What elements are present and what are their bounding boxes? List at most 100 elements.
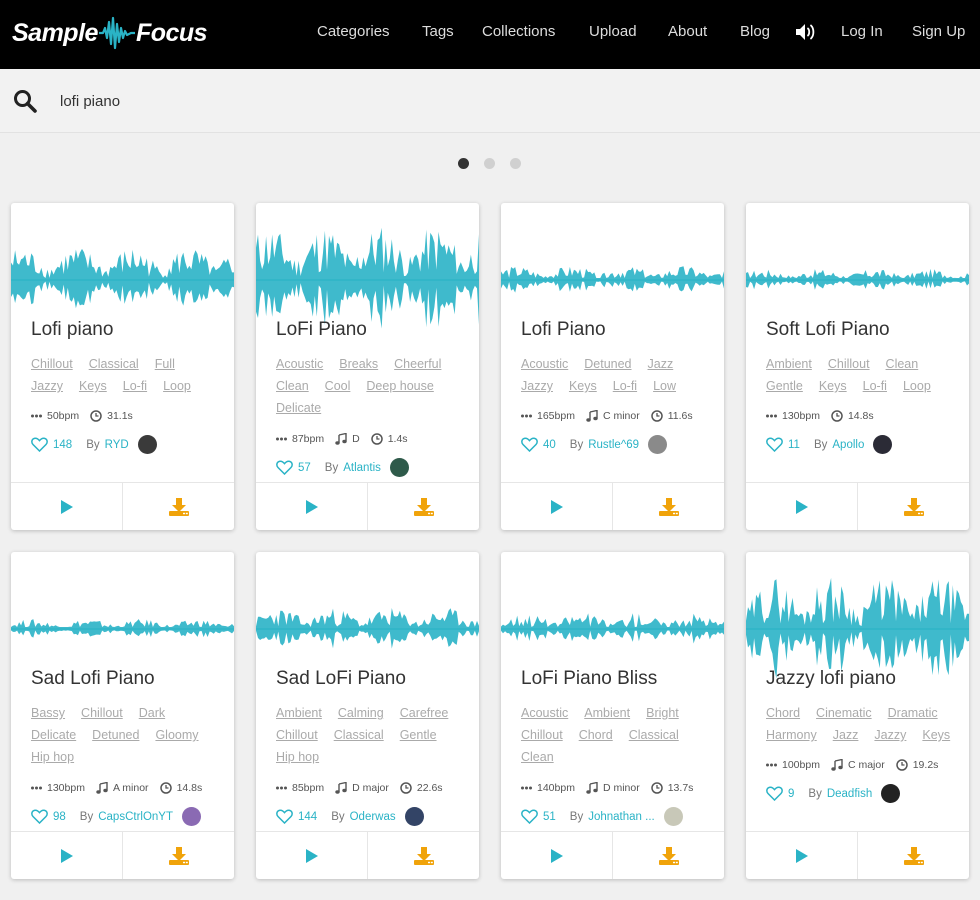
tag-link[interactable]: Ambient: [584, 704, 630, 722]
tag-link[interactable]: Hip hop: [276, 748, 319, 766]
download-button[interactable]: [367, 832, 479, 879]
tag-link[interactable]: Clean: [521, 748, 554, 766]
tag-link[interactable]: Delicate: [31, 726, 76, 744]
play-button[interactable]: [746, 483, 857, 530]
tag-link[interactable]: Keys: [819, 377, 847, 395]
play-button[interactable]: [256, 483, 367, 530]
tag-link[interactable]: Ambient: [276, 704, 322, 722]
nav-upload[interactable]: Upload: [589, 23, 637, 40]
tag-link[interactable]: Clean: [886, 355, 919, 373]
sample-title[interactable]: Sad Lofi Piano: [31, 668, 155, 690]
tag-link[interactable]: Classical: [629, 726, 679, 744]
tag-link[interactable]: Chillout: [276, 726, 318, 744]
download-button[interactable]: [857, 832, 969, 879]
tag-link[interactable]: Lo-fi: [863, 377, 887, 395]
carousel-dot-3[interactable]: [510, 158, 521, 169]
tag-link[interactable]: Gentle: [766, 377, 803, 395]
play-button[interactable]: [501, 832, 612, 879]
tag-link[interactable]: Keys: [922, 726, 950, 744]
play-button[interactable]: [256, 832, 367, 879]
author-avatar[interactable]: [881, 784, 901, 803]
nav-blog[interactable]: Blog: [740, 23, 770, 40]
samplefocus-logo[interactable]: Sample Focus: [12, 15, 208, 51]
tag-link[interactable]: Chillout: [81, 704, 123, 722]
like-button[interactable]: 57: [276, 460, 311, 475]
tag-link[interactable]: Jazzy: [31, 377, 63, 395]
sample-title[interactable]: LoFi Piano Bliss: [521, 668, 657, 690]
sample-title[interactable]: Lofi Piano: [521, 319, 606, 341]
tag-link[interactable]: Breaks: [339, 355, 378, 373]
like-button[interactable]: 11: [766, 437, 800, 452]
tag-link[interactable]: Deep house: [366, 377, 433, 395]
author-link[interactable]: RYD: [105, 439, 129, 451]
tag-link[interactable]: Gentle: [400, 726, 437, 744]
author-link[interactable]: Deadfish: [827, 788, 872, 800]
tag-link[interactable]: Full: [155, 355, 175, 373]
author-avatar[interactable]: [389, 458, 409, 477]
author-avatar[interactable]: [404, 807, 424, 826]
play-button[interactable]: [11, 832, 122, 879]
tag-link[interactable]: Ambient: [766, 355, 812, 373]
like-button[interactable]: 51: [521, 809, 556, 824]
sample-title[interactable]: Jazzy lofi piano: [766, 668, 896, 690]
download-button[interactable]: [122, 483, 234, 530]
tag-link[interactable]: Jazz: [833, 726, 859, 744]
sample-title[interactable]: Sad LoFi Piano: [276, 668, 406, 690]
tag-link[interactable]: Classical: [334, 726, 384, 744]
download-button[interactable]: [367, 483, 479, 530]
tag-link[interactable]: Cheerful: [394, 355, 441, 373]
tag-link[interactable]: Acoustic: [521, 704, 568, 722]
tag-link[interactable]: Bassy: [31, 704, 65, 722]
download-button[interactable]: [122, 832, 234, 879]
tag-link[interactable]: Carefree: [400, 704, 449, 722]
search-input[interactable]: [50, 81, 950, 121]
tag-link[interactable]: Chord: [579, 726, 613, 744]
tag-link[interactable]: Dark: [139, 704, 165, 722]
tag-link[interactable]: Lo-fi: [123, 377, 147, 395]
author-avatar[interactable]: [873, 435, 893, 454]
tag-link[interactable]: Cool: [325, 377, 351, 395]
signup-link[interactable]: Sign Up: [912, 23, 965, 40]
author-avatar[interactable]: [182, 807, 201, 826]
tag-link[interactable]: Loop: [163, 377, 191, 395]
tag-link[interactable]: Lo-fi: [613, 377, 637, 395]
download-button[interactable]: [612, 832, 724, 879]
nav-categories[interactable]: Categories: [317, 23, 390, 40]
tag-link[interactable]: Dramatic: [888, 704, 938, 722]
like-button[interactable]: 144: [276, 809, 317, 824]
login-link[interactable]: Log In: [841, 23, 883, 40]
tag-link[interactable]: Acoustic: [276, 355, 323, 373]
author-link[interactable]: Johnathan ...: [588, 811, 655, 823]
tag-link[interactable]: Jazzy: [521, 377, 553, 395]
tag-link[interactable]: Bright: [646, 704, 679, 722]
like-button[interactable]: 9: [766, 786, 794, 801]
like-button[interactable]: 40: [521, 437, 556, 452]
tag-link[interactable]: Chord: [766, 704, 800, 722]
author-avatar[interactable]: [137, 435, 157, 454]
carousel-dot-2[interactable]: [484, 158, 495, 169]
sample-title[interactable]: LoFi Piano: [276, 319, 367, 341]
sample-title[interactable]: Soft Lofi Piano: [766, 319, 890, 341]
play-button[interactable]: [501, 483, 612, 530]
nav-about[interactable]: About: [668, 23, 707, 40]
download-button[interactable]: [612, 483, 724, 530]
author-link[interactable]: CapsCtrlOnYT: [98, 811, 173, 823]
nav-collections[interactable]: Collections: [482, 23, 555, 40]
author-link[interactable]: Atlantis: [343, 462, 381, 474]
tag-link[interactable]: Jazzy: [874, 726, 906, 744]
tag-link[interactable]: Chillout: [828, 355, 870, 373]
sample-title[interactable]: Lofi piano: [31, 319, 113, 341]
like-button[interactable]: 148: [31, 437, 72, 452]
tag-link[interactable]: Low: [653, 377, 676, 395]
nav-tags[interactable]: Tags: [422, 23, 454, 40]
author-link[interactable]: Oderwas: [350, 811, 396, 823]
author-link[interactable]: Rustle^69: [588, 439, 639, 451]
author-link[interactable]: Apollo: [832, 439, 864, 451]
tag-link[interactable]: Jazz: [648, 355, 674, 373]
play-button[interactable]: [11, 483, 122, 530]
tag-link[interactable]: Keys: [569, 377, 597, 395]
tag-link[interactable]: Harmony: [766, 726, 817, 744]
tag-link[interactable]: Chillout: [521, 726, 563, 744]
tag-link[interactable]: Delicate: [276, 399, 321, 417]
tag-link[interactable]: Cinematic: [816, 704, 872, 722]
